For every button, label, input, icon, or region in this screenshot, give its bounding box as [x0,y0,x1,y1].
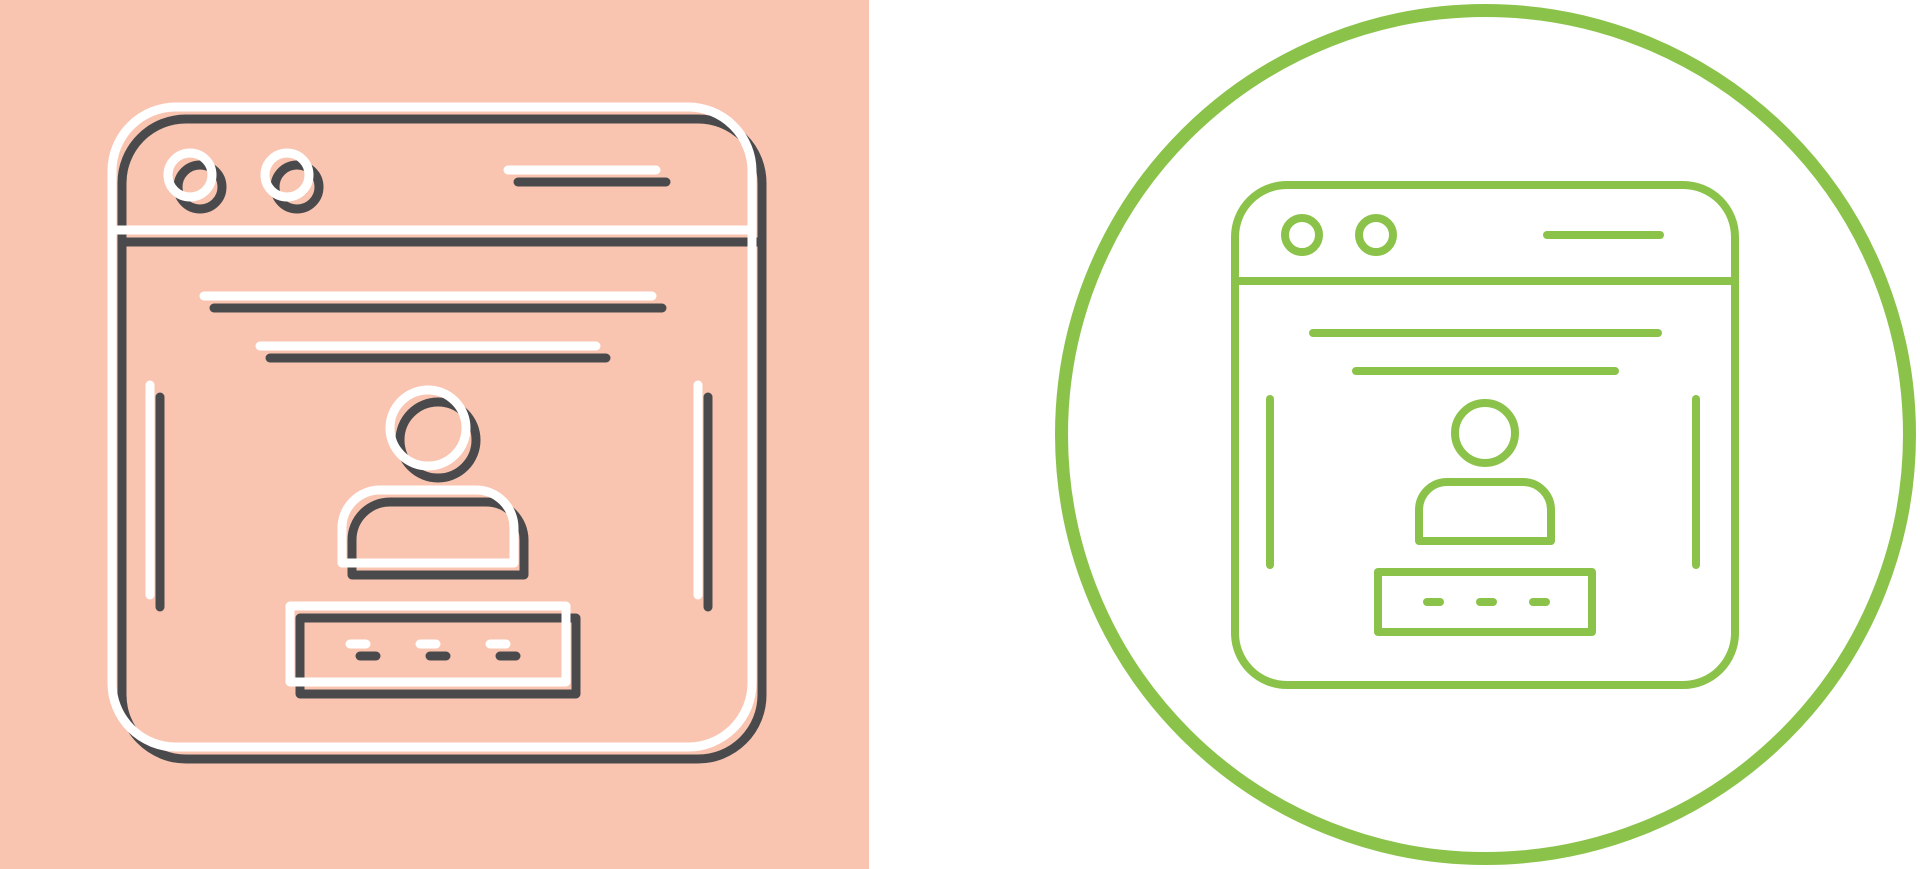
outer-ring [1055,4,1916,865]
web-login-glyph-icon [0,0,869,869]
user-body [1415,478,1555,545]
web-login-line-icon [1055,4,1916,865]
window-dot-2 [1355,214,1397,256]
right-icon-front [1231,181,1739,689]
icon-pair-canvas [0,0,1920,869]
user-head [1451,399,1519,467]
browser-window [1231,181,1739,689]
left-icon-panel [0,0,869,869]
window-dot-1 [1281,214,1323,256]
right-icon-panel [1051,0,1920,869]
